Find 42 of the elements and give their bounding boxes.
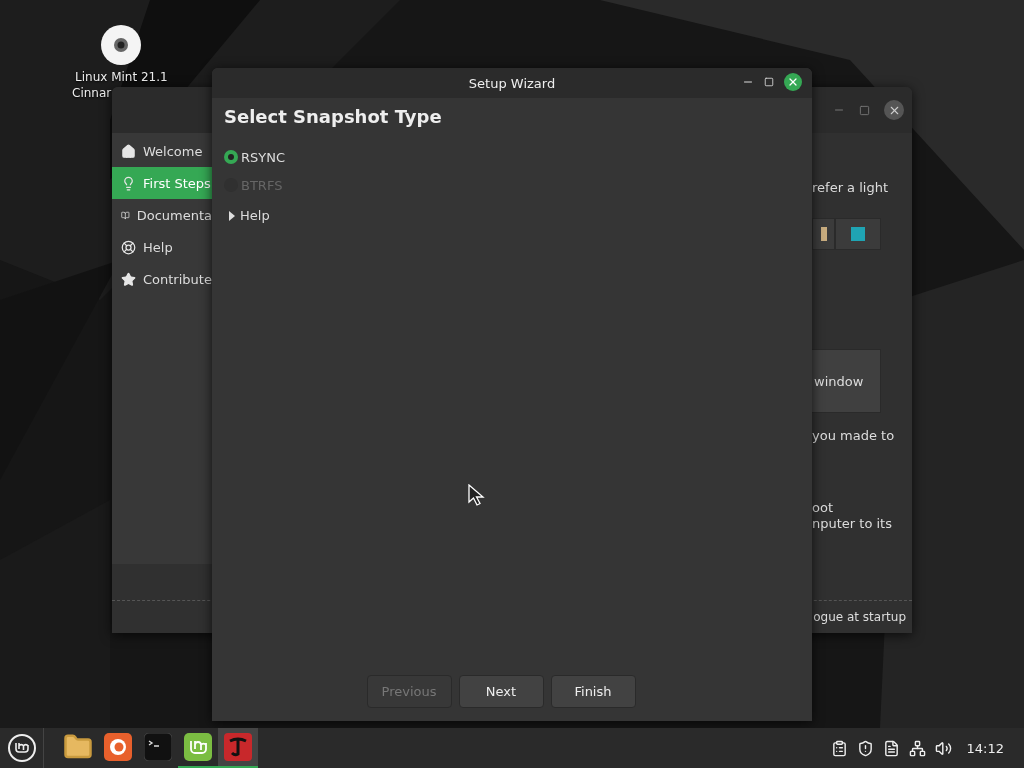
- maximize-icon[interactable]: [859, 104, 870, 116]
- sidebar-item[interactable]: Contribute: [112, 263, 212, 295]
- bulb-icon: [121, 175, 136, 191]
- color-swatch[interactable]: [835, 218, 881, 250]
- browser-icon: [104, 733, 132, 761]
- app-logo-icon: [224, 733, 252, 761]
- help-icon: [121, 239, 136, 255]
- page-heading: Select Snapshot Type: [224, 106, 443, 127]
- wizard-button[interactable]: Next: [458, 675, 544, 708]
- terminal-icon: [144, 733, 172, 761]
- close-icon: [787, 76, 799, 88]
- clock[interactable]: 14:12: [966, 740, 1004, 756]
- star-icon: [121, 271, 136, 287]
- color-swatch[interactable]: [812, 218, 835, 250]
- text-fragment: oot: [812, 500, 834, 516]
- disc-icon[interactable]: [101, 25, 141, 65]
- sidebar-item[interactable]: Welcome: [112, 135, 212, 167]
- network-icon[interactable]: [908, 739, 926, 757]
- help-expander[interactable]: Help: [224, 208, 270, 223]
- text-fragment: you made to: [812, 428, 896, 444]
- taskbar-launcher[interactable]: [218, 728, 258, 768]
- text-fragment: refer a light: [812, 180, 890, 196]
- text-fragment: nputer to its: [812, 516, 893, 532]
- triangle-icon: [228, 210, 236, 221]
- option-button[interactable]: window: [812, 349, 881, 413]
- mouse-pointer-icon: [468, 484, 486, 506]
- clipboard-icon[interactable]: [830, 739, 848, 757]
- desktop-icon-label: Linux Mint 21.1: [74, 69, 168, 85]
- home-icon: [121, 143, 136, 159]
- wizard-button[interactable]: Finish: [550, 675, 636, 708]
- radio-option[interactable]: RSYNC: [224, 143, 800, 171]
- shield-icon[interactable]: [856, 739, 874, 757]
- desktop-icon-label: Cinnar: [71, 85, 112, 101]
- sidebar-item[interactable]: Documenta: [112, 199, 212, 231]
- window-title: Setup Wizard: [468, 75, 556, 91]
- close-button[interactable]: [784, 73, 802, 91]
- close-button[interactable]: [884, 100, 904, 120]
- sidebar-item[interactable]: Help: [112, 231, 212, 263]
- volume-icon[interactable]: [934, 739, 952, 757]
- mint-logo-icon: [184, 733, 212, 761]
- document-icon[interactable]: [882, 739, 900, 757]
- startup-label: ogue at startup: [813, 610, 906, 624]
